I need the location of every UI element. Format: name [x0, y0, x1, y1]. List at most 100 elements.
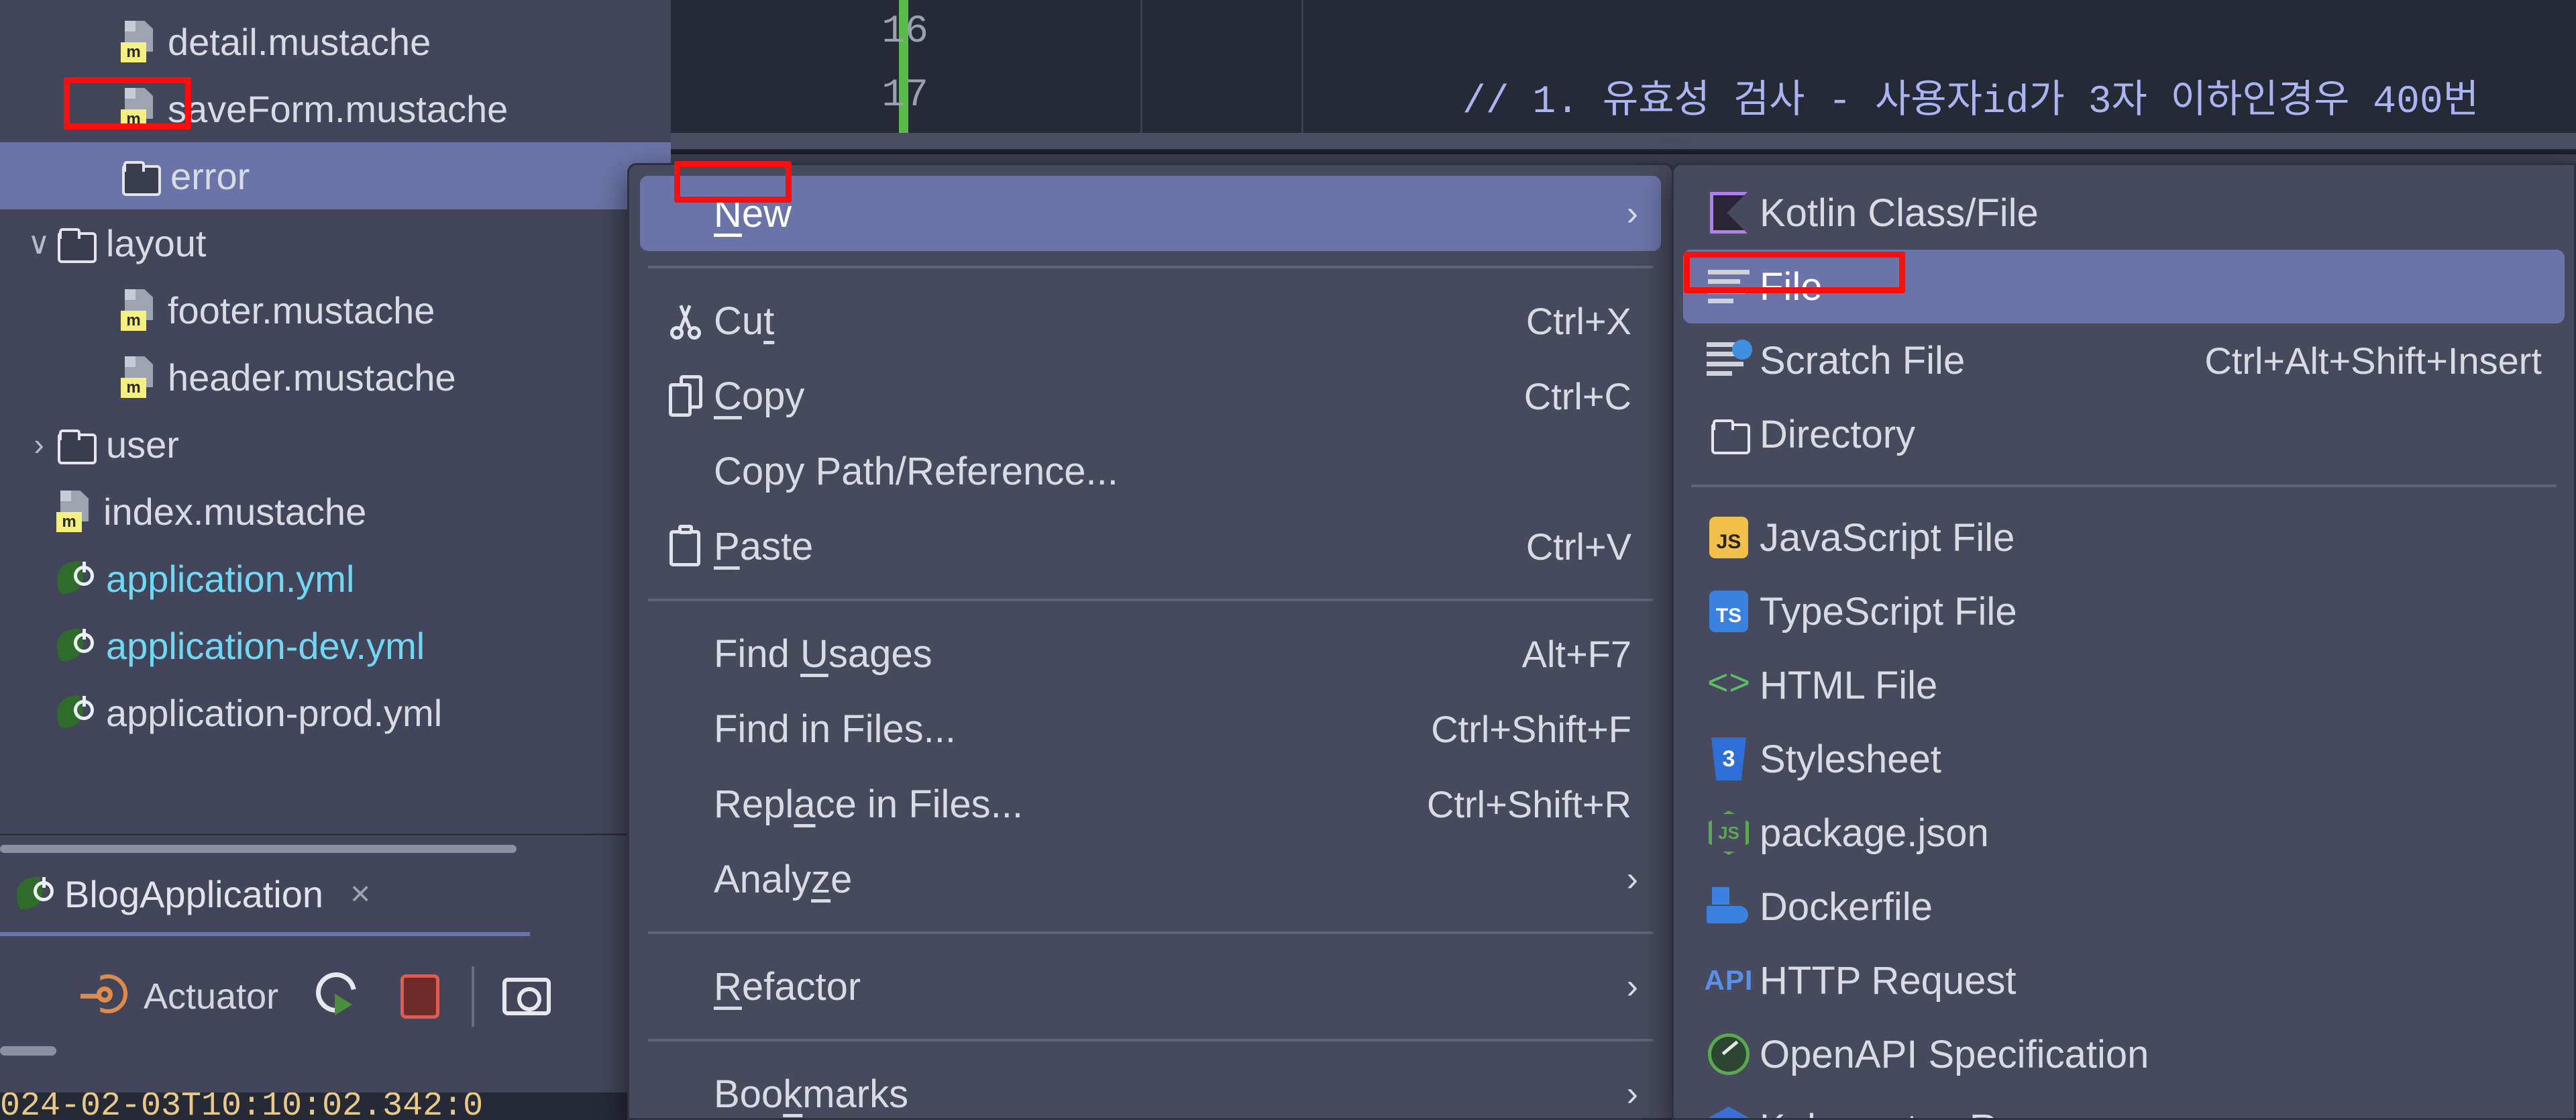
submenu-item-stylesheet[interactable]: 3 Stylesheet	[1683, 722, 2565, 796]
submenu-item-html-file[interactable]: <> HTML File	[1683, 648, 2565, 722]
submenu-item-package-json[interactable]: JS package.json	[1683, 796, 2565, 870]
submenu-item-javascript-file[interactable]: JS JavaScript File	[1683, 501, 2565, 574]
spring-config-icon	[53, 559, 95, 598]
tree-row-label: user	[106, 423, 179, 466]
project-tool-window[interactable]: ∨board m detail.mustache m saveForm.mustache…	[0, 0, 671, 833]
tree-row-label: layout	[106, 221, 207, 264]
editor-breadcrumb-strip	[671, 133, 2576, 149]
horizontal-scrollbar[interactable]	[0, 845, 517, 853]
tree-row-label: application-dev.yml	[106, 624, 425, 667]
tree-row-label: application.yml	[106, 557, 355, 600]
mustache-file-icon: m	[121, 88, 156, 130]
kubernetes-icon: ⎈	[1709, 1107, 1749, 1118]
submenu-item-kotlin-class-file[interactable]: Kotlin Class/File	[1683, 176, 2565, 250]
menu-item-analyze[interactable]: Analyze ›	[640, 842, 1661, 917]
chevron-right-icon: ›	[1626, 967, 1638, 1006]
menu-separator	[648, 266, 1653, 268]
menu-item-label: New	[714, 191, 792, 236]
menu-item-new[interactable]: New ›	[640, 176, 1661, 251]
tree-row-application-dev-yml[interactable]: application-dev.yml	[0, 612, 671, 679]
submenu-item-dockerfile[interactable]: Dockerfile	[1683, 870, 2565, 944]
submenu-item-file[interactable]: File	[1683, 250, 2565, 323]
mustache-file-icon: m	[121, 21, 156, 62]
tree-row-header-mustache[interactable]: m header.mustache	[0, 344, 671, 411]
tree-row-application-yml[interactable]: application.yml	[0, 545, 671, 612]
tree-row-application-prod-yml[interactable]: application-prod.yml	[0, 679, 671, 746]
tree-row-index-mustache[interactable]: m index.mustache	[0, 478, 671, 545]
menu-item-cut[interactable]: Cut Ctrl+X	[640, 283, 1661, 358]
css-icon: 3	[1711, 737, 1746, 780]
menu-item-label: Replace in Files...	[714, 782, 1023, 826]
stop-icon[interactable]	[400, 974, 440, 1019]
submenu-item-label: OpenAPI Specification	[1760, 1032, 2149, 1076]
submenu-item-icon	[1698, 270, 1760, 303]
menu-item-shortcut: Ctrl+Shift+F	[1431, 707, 1631, 750]
camera-icon[interactable]	[502, 978, 551, 1015]
new-submenu[interactable]: Kotlin Class/File File Scratch File Ctrl+Al…	[1672, 163, 2576, 1120]
kotlin-icon	[1710, 192, 1748, 234]
javascript-icon: JS	[1709, 517, 1748, 558]
submenu-item-kubernetes-resource[interactable]: ⎈ Kubernetes Resource	[1683, 1091, 2565, 1119]
submenu-item-label: package.json	[1760, 811, 1989, 855]
close-icon[interactable]: ×	[350, 874, 370, 914]
tree-row-detail-mustache[interactable]: m detail.mustache	[0, 8, 671, 75]
submenu-item-icon	[1698, 1033, 1760, 1075]
tree-row-footer-mustache[interactable]: m footer.mustache	[0, 276, 671, 344]
submenu-item-icon: 3	[1698, 737, 1760, 780]
directory-icon	[1710, 418, 1750, 454]
menu-item-find-usages[interactable]: Find Usages Alt+F7	[640, 616, 1661, 691]
menu-item-copy[interactable]: Copy Ctrl+C	[640, 358, 1661, 434]
menu-item-shortcut: Alt+F7	[1521, 632, 1631, 675]
line-number: 16	[881, 10, 928, 54]
tree-row-saveform-mustache[interactable]: m saveForm.mustache	[0, 75, 671, 142]
submenu-separator	[1691, 485, 2557, 487]
submenu-item-icon	[1698, 418, 1760, 454]
menu-item-copy-path-reference[interactable]: Copy Path/Reference...	[640, 434, 1661, 509]
html-icon: <>	[1707, 664, 1751, 706]
menu-item-bookmarks[interactable]: Bookmarks ›	[640, 1056, 1661, 1118]
tree-row-layout[interactable]: ∨ layout	[0, 209, 671, 276]
tree-row-label: index.mustache	[103, 490, 367, 533]
rerun-icon[interactable]	[308, 964, 366, 1023]
submenu-item-shortcut: Ctrl+Alt+Shift+Insert	[2204, 339, 2542, 382]
folder-icon	[56, 227, 97, 263]
tree-row-label: detail.mustache	[168, 20, 431, 63]
chevron-right-icon: ›	[1626, 860, 1638, 899]
tree-row-user[interactable]: › user	[0, 411, 671, 478]
spring-boot-icon	[13, 874, 55, 913]
submenu-item-directory[interactable]: Directory	[1683, 397, 2565, 471]
console-scrollbar[interactable]	[0, 1046, 56, 1056]
submenu-item-label: Kubernetes Resource	[1760, 1106, 2565, 1119]
menu-item-find-in-files[interactable]: Find in Files... Ctrl+Shift+F	[640, 691, 1661, 766]
menu-item-label: Find Usages	[714, 631, 932, 676]
submenu-item-label: HTML File	[1760, 663, 1938, 707]
submenu-item-openapi-specification[interactable]: OpenAPI Specification	[1683, 1017, 2565, 1091]
tree-row-board[interactable]: ∨board	[0, 0, 671, 8]
actuator-button[interactable]: Actuator	[0, 973, 278, 1020]
menu-item-replace-in-files[interactable]: Replace in Files... Ctrl+Shift+R	[640, 766, 1661, 842]
submenu-item-typescript-file[interactable]: TS TypeScript File	[1683, 574, 2565, 648]
menu-item-shortcut: Ctrl+Shift+R	[1427, 782, 1631, 825]
file-lines-icon	[1708, 270, 1750, 303]
run-tab-blogapplication[interactable]: BlogApplication ×	[0, 856, 530, 936]
menu-item-label: Bookmarks	[714, 1072, 909, 1116]
scratch-file-icon	[1707, 340, 1752, 378]
menu-item-icon	[657, 302, 714, 340]
submenu-item-http-request[interactable]: API HTTP Request	[1683, 944, 2565, 1017]
submenu-item-label: Kotlin Class/File	[1760, 191, 2039, 235]
tree-row-label: saveForm.mustache	[168, 87, 508, 130]
folder-icon	[121, 160, 161, 196]
tree-twisty[interactable]: ∨	[21, 225, 56, 261]
submenu-item-icon	[1698, 340, 1760, 378]
menu-item-paste[interactable]: Paste Ctrl+V	[640, 509, 1661, 584]
project-context-menu[interactable]: New › Cut Ctrl+X Copy Ctrl+C Copy Path/Referen…	[627, 163, 1674, 1120]
submenu-item-scratch-file[interactable]: Scratch File Ctrl+Alt+Shift+Insert	[1683, 323, 2565, 397]
tree-twisty[interactable]: ›	[21, 426, 56, 462]
submenu-item-icon: TS	[1698, 591, 1760, 632]
menu-item-label: Find in Files...	[714, 707, 956, 751]
tree-row-error[interactable]: error	[0, 142, 671, 209]
run-toolbar[interactable]: Actuator	[0, 946, 590, 1047]
menu-item-refactor[interactable]: Refactor ›	[640, 949, 1661, 1024]
spring-config-icon	[53, 693, 95, 732]
scissors-icon	[667, 302, 704, 340]
